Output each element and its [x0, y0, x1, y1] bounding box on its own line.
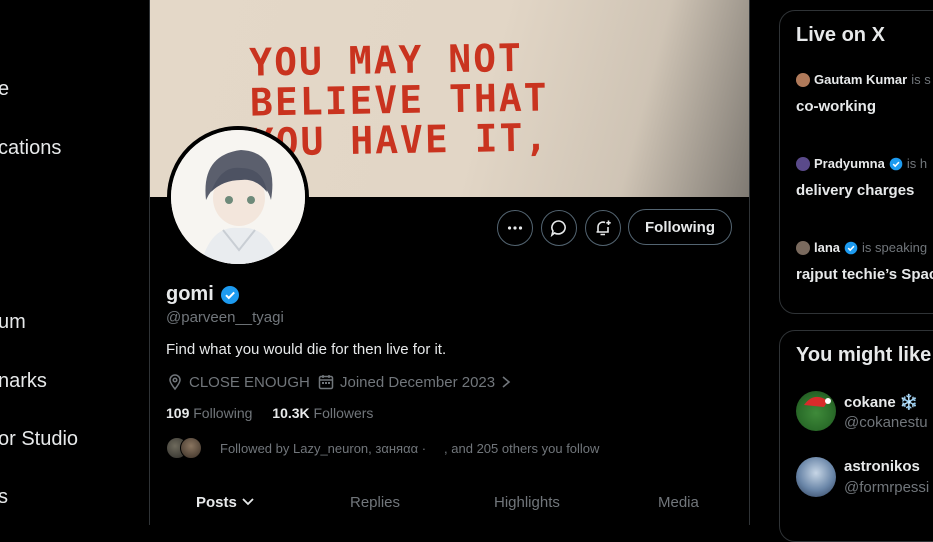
live-space-host[interactable]: Pradyumna is h [796, 156, 927, 171]
location-pin-icon [169, 374, 181, 391]
following-count: 109 [166, 405, 190, 421]
more-button[interactable] [497, 210, 533, 246]
following-button[interactable]: Following [628, 209, 732, 245]
message-button[interactable] [541, 210, 577, 246]
nav-item-creator-studio[interactable]: or Studio [0, 428, 78, 451]
suggestion-handle: @cokanestu [844, 414, 928, 431]
joined-text: Joined December 2023 [340, 373, 496, 391]
nav-item-notifications[interactable]: cations [0, 137, 61, 160]
suggestion-handle: @formrpessi [844, 479, 930, 496]
verified-badge-icon [889, 157, 903, 170]
live-space-topic[interactable]: delivery charges [796, 182, 914, 199]
followers-count: 10.3K [272, 405, 310, 421]
calendar-icon [318, 375, 334, 390]
live-title: Live on X [796, 24, 885, 46]
profile-handle: @parveen__tyagi [166, 309, 284, 326]
notify-button[interactable] [585, 210, 621, 246]
suggestion-name[interactable]: astronikos [844, 458, 920, 475]
suggestion-name-text: cokane [844, 394, 896, 411]
banner-text: YOU MAY NOT BELIEVE THAT YOU HAVE IT, [249, 36, 550, 165]
tab-posts-label: Posts [196, 494, 237, 511]
suggestions-title: You might like [796, 344, 932, 366]
live-host-status: is speaking [862, 240, 928, 255]
verified-badge-icon[interactable] [220, 285, 240, 305]
followed-by[interactable]: Followed by Lazy_neuron, зαняαα · , and … [166, 437, 599, 459]
live-space-topic[interactable]: rajput techie’s Spac [796, 266, 933, 283]
santa-hat-icon [804, 396, 831, 407]
profile-avatar[interactable] [167, 126, 309, 268]
live-host-status: is h [906, 156, 928, 171]
profile-name-text: gomi [166, 283, 214, 305]
live-space-topic[interactable]: co-working [796, 98, 876, 115]
avatar [796, 240, 810, 255]
suggestion-name[interactable]: cokane ❄️ [844, 393, 919, 411]
live-host-name: Pradyumna [814, 156, 885, 171]
profile-name: gomi [166, 283, 240, 306]
profile-stats: 109 Following 10.3K Followers [166, 405, 373, 421]
avatar[interactable] [796, 457, 836, 497]
avatar [796, 156, 810, 171]
avatar-illustration [171, 130, 305, 264]
chevron-right-icon [502, 376, 511, 388]
message-icon [550, 220, 566, 237]
tab-media[interactable]: Media [658, 494, 699, 511]
live-host-status: is s [911, 72, 931, 87]
followers-link[interactable]: 10.3K Followers [272, 405, 373, 421]
profile-bio: Find what you would die for then live fo… [166, 341, 447, 358]
followers-label: Followers [313, 405, 374, 421]
tab-highlights[interactable]: Highlights [494, 494, 560, 511]
verified-badge-icon [844, 241, 858, 254]
tab-replies[interactable]: Replies [350, 494, 400, 511]
live-host-name: Gautam Kumar [814, 72, 908, 87]
snowflake-icon: ❄️ [899, 394, 919, 411]
profile-column: YOU MAY NOT BELIEVE THAT YOU HAVE IT, Fo… [149, 0, 750, 525]
more-icon [507, 226, 523, 230]
nav-item-home[interactable]: e [0, 78, 9, 101]
live-host-name: lana [814, 240, 841, 255]
tab-posts[interactable]: Posts [196, 494, 255, 511]
followed-by-text: Followed by Lazy_neuron, зαняαα · [220, 440, 427, 456]
profile-joined[interactable]: Joined December 2023 [317, 373, 512, 391]
nav-item-more[interactable]: s [0, 486, 8, 509]
followed-others-text: , and 205 others you follow [444, 440, 600, 456]
chevron-down-icon [242, 498, 254, 506]
nav-item-premium[interactable]: um [0, 311, 26, 334]
live-space-host[interactable]: lana is speaking [796, 240, 927, 255]
following-link[interactable]: 109 Following [166, 405, 252, 421]
live-space-host[interactable]: Gautam Kumar is s [796, 72, 931, 87]
you-might-like-panel: You might like cokane ❄️ @cokanestu astr… [779, 330, 933, 542]
location-text: CLOSE ENOUGH [189, 373, 310, 391]
avatar [180, 437, 202, 459]
avatar [796, 72, 810, 87]
profile-location: CLOSE ENOUGH [166, 373, 310, 391]
bell-plus-icon [596, 220, 611, 236]
following-label: Following [193, 405, 253, 421]
live-on-x-panel: Live on X Gautam Kumar is s co-working P… [779, 10, 933, 314]
nav-item-bookmarks[interactable]: narks [0, 370, 47, 393]
avatar[interactable] [796, 391, 836, 431]
